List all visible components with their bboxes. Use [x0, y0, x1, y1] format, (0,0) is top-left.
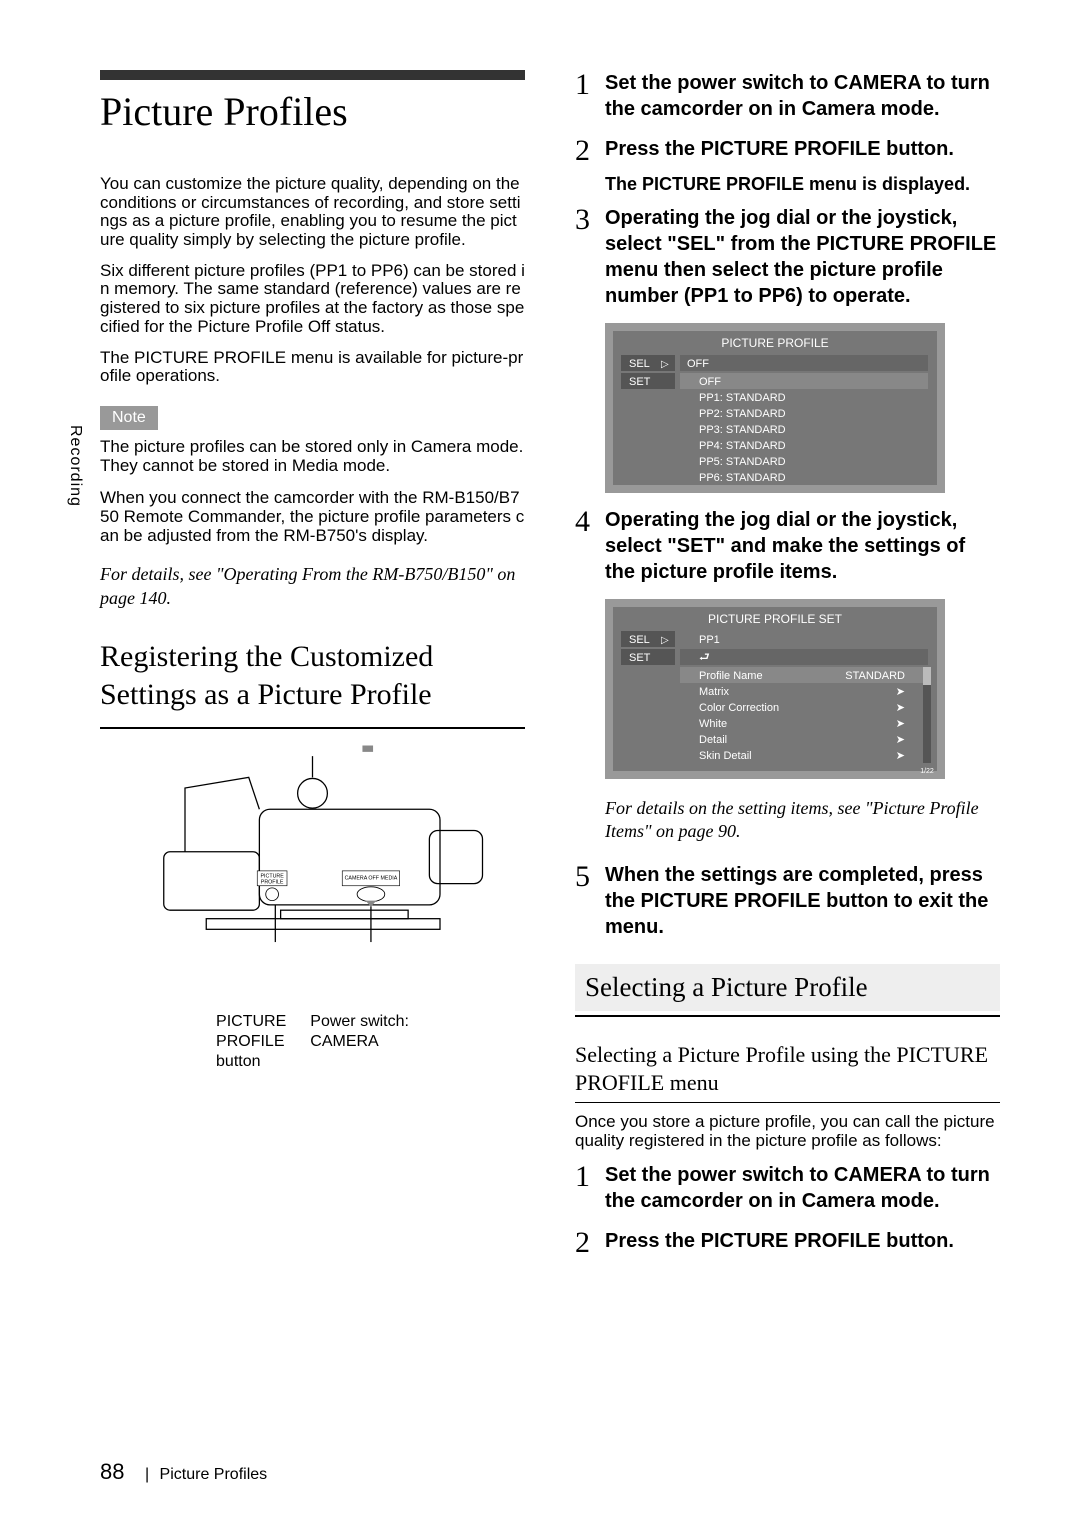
svg-text:Skin Detail: Skin Detail	[699, 750, 752, 762]
page-title: Picture Profiles	[100, 88, 525, 135]
svg-text:➤: ➤	[896, 686, 905, 698]
svg-text:➤: ➤	[896, 750, 905, 762]
camera-label-right: Power switch: CAMERA	[310, 1012, 409, 1072]
thin-rule	[575, 1102, 1000, 1103]
svg-text:Matrix: Matrix	[699, 686, 729, 698]
menu-screenshot-2: PICTURE PROFILE SET SEL ▷ PP1 SET ⮐ Prof…	[605, 599, 1000, 779]
svg-text:SET: SET	[629, 652, 651, 664]
remote-paragraph: When you connect the camcorder with the …	[100, 489, 525, 545]
section-tab: Recording	[66, 425, 84, 507]
section-heading-register: Registering the Customized Settings as a…	[100, 638, 525, 713]
svg-text:OFF: OFF	[699, 376, 721, 388]
svg-text:SEL: SEL	[629, 358, 650, 370]
svg-text:OFF: OFF	[687, 358, 709, 370]
camera-illustration: PICTURE PROFILE CAMERA OFF MEDIA	[100, 743, 525, 1008]
camera-label-left: PICTURE PROFILE button	[216, 1012, 286, 1072]
svg-text:Detail: Detail	[699, 734, 727, 746]
section-rule	[100, 727, 525, 729]
svg-text:PP1: PP1	[699, 634, 720, 646]
note-badge: Note	[100, 406, 158, 430]
svg-text:White: White	[699, 718, 727, 730]
step-a1: 1 Set the power switch to CAMERA to turn…	[575, 70, 1000, 122]
menu-screenshot-1: PICTURE PROFILE SEL ▷ OFF SET OFF PP1: S…	[605, 323, 1000, 493]
step-a4: 4 Operating the jog dial or the joystick…	[575, 507, 1000, 585]
svg-text:PP3: STANDARD: PP3: STANDARD	[699, 424, 786, 436]
cross-reference-1: For details, see "Operating From the RM-…	[100, 563, 525, 610]
svg-text:PP6: STANDARD: PP6: STANDARD	[699, 472, 786, 484]
svg-text:➤: ➤	[896, 734, 905, 746]
subsection-heading-select: Selecting a Picture Profile	[585, 972, 990, 1003]
svg-text:➤: ➤	[896, 702, 905, 714]
svg-text:Color Correction: Color Correction	[699, 702, 779, 714]
svg-text:PP4: STANDARD: PP4: STANDARD	[699, 440, 786, 452]
svg-text:▷: ▷	[661, 635, 669, 646]
svg-text:Profile Name: Profile Name	[699, 670, 763, 682]
step-b1: 1 Set the power switch to CAMERA to turn…	[575, 1162, 1000, 1214]
select-intro: Once you store a picture profile, you ca…	[575, 1113, 1000, 1150]
cross-reference-2: For details on the setting items, see "P…	[605, 797, 1000, 844]
subsection-rule	[575, 1015, 1000, 1017]
svg-text:▷: ▷	[661, 359, 669, 370]
note-text: The picture profiles can be stored only …	[100, 438, 525, 475]
step-b2: 2 Press the PICTURE PROFILE button.	[575, 1228, 1000, 1258]
intro-paragraph-1: You can customize the picture quality, d…	[100, 175, 525, 250]
intro-paragraph-2: Six different picture profiles (PP1 to P…	[100, 262, 525, 337]
svg-text:PICTURE PROFILE: PICTURE PROFILE	[721, 336, 828, 350]
svg-text:PP5: STANDARD: PP5: STANDARD	[699, 456, 786, 468]
footer-title: Picture Profiles	[160, 1466, 268, 1483]
page-footer: 88 | Picture Profiles	[100, 1459, 267, 1485]
intro-paragraph-3: The PICTURE PROFILE menu is available fo…	[100, 349, 525, 386]
svg-text:SET: SET	[629, 376, 651, 388]
step-a5: 5 When the settings are completed, press…	[575, 862, 1000, 940]
step-a2: 2 Press the PICTURE PROFILE button.	[575, 136, 1000, 166]
svg-text:PICTURE PROFILE SET: PICTURE PROFILE SET	[708, 612, 843, 626]
svg-text:STANDARD: STANDARD	[845, 670, 905, 682]
title-bar	[100, 70, 525, 80]
page-number: 88	[100, 1459, 124, 1484]
subheading-menu-select: Selecting a Picture Profile using the PI…	[575, 1041, 1000, 1098]
step-a2-sub: The PICTURE PROFILE menu is displayed.	[605, 174, 1000, 195]
chip-camera-off-media: CAMERA OFF MEDIA	[345, 875, 398, 881]
subsection-box: Selecting a Picture Profile	[575, 964, 1000, 1011]
step-a3: 3 Operating the jog dial or the joystick…	[575, 205, 1000, 309]
svg-text:➤: ➤	[896, 718, 905, 730]
svg-text:1/22: 1/22	[920, 768, 934, 775]
svg-text:PP2: STANDARD: PP2: STANDARD	[699, 408, 786, 420]
chip-picture-profile: PICTURE	[261, 873, 285, 879]
svg-text:SEL: SEL	[629, 634, 650, 646]
svg-text:PP1: STANDARD: PP1: STANDARD	[699, 392, 786, 404]
svg-text:⮐: ⮐	[699, 650, 710, 664]
svg-text:PROFILE: PROFILE	[261, 880, 284, 886]
